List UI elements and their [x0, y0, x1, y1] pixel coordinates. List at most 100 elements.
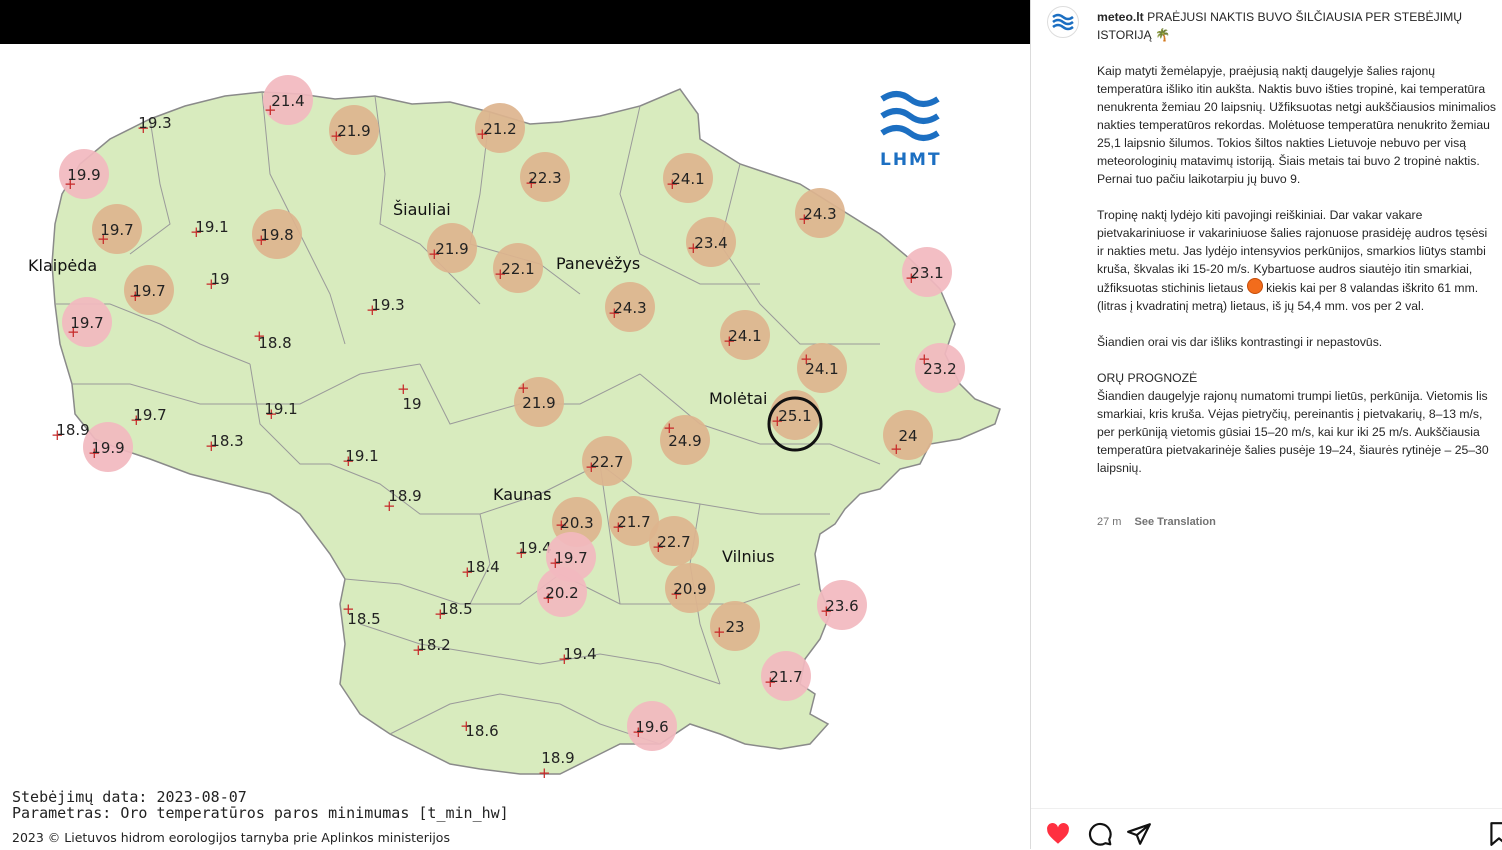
station-value: 19 — [210, 270, 229, 288]
station-value: 18.9 — [388, 487, 421, 505]
caption-paragraph-2: Tropinę naktį lydėjo kiti pavojingi reiš… — [1097, 206, 1497, 315]
station-value: 18.2 — [417, 636, 450, 654]
station-marker: +20.2 — [537, 567, 587, 617]
post-caption: meteo.lt PRAĖJUSI NAKTIS BUVO ŠILČIAUSIA… — [1097, 8, 1497, 477]
post-time[interactable]: 27 m — [1097, 516, 1121, 528]
station-marker: +19.8 — [252, 209, 302, 259]
station-marker: +22.1 — [493, 243, 543, 293]
station-marker: +23.1 — [902, 247, 952, 297]
station-marker: +23 — [710, 601, 760, 651]
forecast-heading: ORŲ PROGNOZĖ — [1097, 371, 1198, 385]
station-value: 19.3 — [371, 296, 404, 314]
post-username[interactable]: meteo.lt — [1097, 10, 1144, 24]
station-value: 19.7 — [554, 549, 587, 567]
heart-icon[interactable] — [1045, 821, 1071, 847]
station-value: 18.9 — [541, 749, 574, 767]
station-value: 19.4 — [563, 645, 596, 663]
orange-circle-icon — [1246, 278, 1263, 294]
station-value: 19.7 — [100, 221, 133, 239]
station-value: 19.6 — [635, 718, 668, 736]
station-marker: +21.9 — [427, 223, 477, 273]
station-marker: +22.7 — [582, 436, 632, 486]
save-icon[interactable] — [1486, 821, 1502, 847]
station-value: 18.3 — [210, 432, 243, 450]
station-value: 21.4 — [271, 92, 304, 110]
share-icon[interactable] — [1126, 821, 1152, 847]
station-value: 18.6 — [465, 722, 498, 740]
station-value: 24.1 — [671, 170, 704, 188]
station-value: 20.2 — [545, 584, 578, 602]
post-actions — [1031, 808, 1502, 850]
station-marker: +21.4 — [263, 75, 313, 125]
city-label: Molėtai — [709, 389, 767, 408]
station-marker: +21.9 — [329, 105, 379, 155]
station-value: 24.3 — [803, 205, 836, 223]
city-label: Vilnius — [722, 547, 775, 566]
lhmt-logo: LHMT — [880, 91, 940, 170]
station-marker: +24.1 — [663, 153, 713, 203]
station-marker: +20.9 — [665, 563, 715, 613]
station-value: 19.7 — [70, 314, 103, 332]
station-marker: +21.2 — [475, 103, 525, 153]
station-value: 18.5 — [347, 610, 380, 628]
station-value: 24.9 — [668, 432, 701, 450]
station-value: 24.1 — [728, 327, 761, 345]
station-value: 24.1 — [805, 360, 838, 378]
map-footer-parameter: Parametras: Oro temperatūros paros minim… — [12, 804, 509, 822]
station-value: 22.3 — [528, 169, 561, 187]
map-footer-copyright: 2023 © Lietuvos hidrom eorologijos tarny… — [12, 830, 450, 845]
city-label: Kaunas — [493, 485, 551, 504]
station-value: 23 — [725, 618, 744, 636]
station-value: 22.7 — [657, 533, 690, 551]
station-value: 20.9 — [673, 580, 706, 598]
station-marker: +23.4 — [686, 217, 736, 267]
city-label: Šiauliai — [393, 200, 451, 219]
station-cross-icon: + — [713, 623, 726, 641]
station-marker: +18.9 — [538, 749, 575, 782]
station-marker: +19.7 — [92, 204, 142, 254]
comment-icon[interactable] — [1087, 821, 1113, 847]
see-translation-link[interactable]: See Translation — [1135, 516, 1216, 528]
station-value: 21.7 — [617, 513, 650, 531]
caption-paragraph-3: Šiandien orai vis dar išliks kontrasting… — [1097, 335, 1383, 349]
forecast-text: Šiandien daugelyje rajonų numatomi trump… — [1097, 389, 1489, 475]
station-value: 19.3 — [138, 114, 171, 132]
station-marker: +19.7 — [62, 297, 112, 347]
station-value: 24.3 — [613, 299, 646, 317]
station-marker: +23.6 — [817, 580, 867, 630]
top-black-bar — [0, 0, 1030, 44]
station-value: 18.4 — [466, 558, 499, 576]
station-value: 19 — [402, 395, 421, 413]
post-title: PRAĖJUSI NAKTIS BUVO ŠILČIAUSIA PER STEB… — [1097, 10, 1463, 42]
post-image[interactable]: +21.4 +19.3 +21.9 +21.2 +19.9 +22.3 +24.1 +24.3… — [0, 44, 1030, 849]
station-value: 18.9 — [56, 421, 89, 439]
post-meta: 27 m See Translation — [1097, 516, 1216, 528]
station-value: 18.5 — [439, 600, 472, 618]
station-marker: +19.6 — [627, 701, 677, 751]
station-marker: +24.3 — [795, 188, 845, 238]
station-value: 21.2 — [483, 120, 516, 138]
station-marker: +21.9 — [514, 377, 564, 427]
station-value: 22.1 — [501, 260, 534, 278]
station-value: 19.7 — [133, 406, 166, 424]
station-marker: +22.3 — [520, 152, 570, 202]
station-value: 19.9 — [91, 439, 124, 457]
station-value: 22.7 — [590, 453, 623, 471]
temperature-map: +21.4 +19.3 +21.9 +21.2 +19.9 +22.3 +24.1 +24.3… — [12, 75, 1001, 845]
station-value: 21.9 — [337, 122, 370, 140]
meteo-logo-icon — [1052, 13, 1074, 31]
station-value: 23.4 — [694, 234, 727, 252]
station-marker: +24.1 — [720, 310, 770, 360]
station-marker: +24.3 — [605, 282, 655, 332]
station-value: 23.6 — [825, 597, 858, 615]
station-value: 19.1 — [345, 447, 378, 465]
station-marker: +19.9 — [59, 149, 109, 199]
station-value: 19.8 — [260, 226, 293, 244]
meteo-avatar[interactable] — [1047, 6, 1079, 38]
station-value: 19.1 — [195, 218, 228, 236]
station-marker: +24 — [883, 410, 933, 460]
station-value: 19.9 — [67, 166, 100, 184]
station-marker: +19.9 — [83, 422, 133, 472]
station-marker: +24.1 — [797, 343, 847, 393]
palm-emoji: 🌴 — [1155, 28, 1171, 42]
